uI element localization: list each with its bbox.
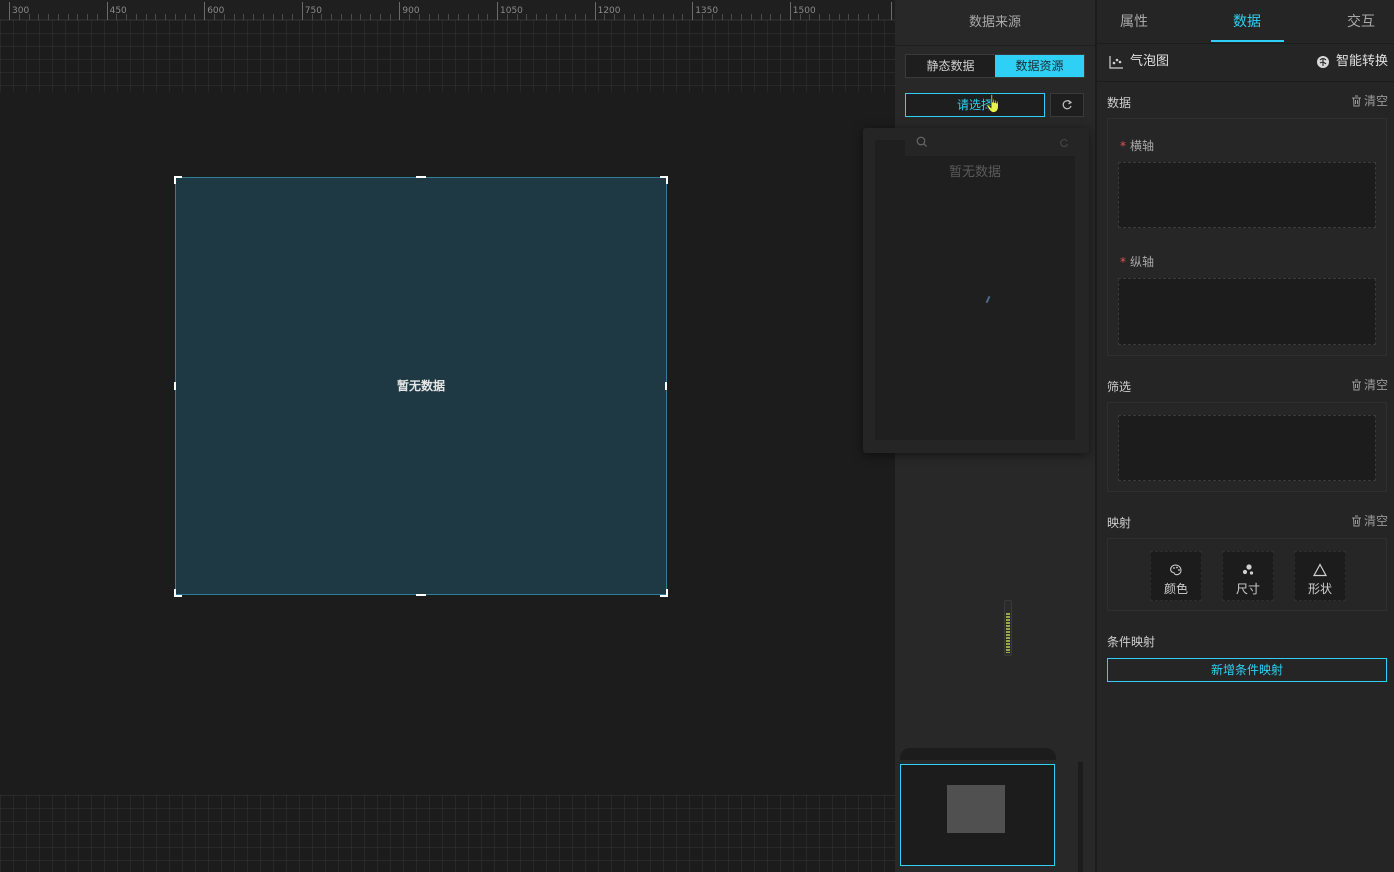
section-title-data: 数据: [1107, 96, 1132, 110]
minimap-side-bar: [1078, 762, 1083, 872]
ruler-label: 450: [109, 6, 127, 16]
map-color-button[interactable]: 颜色: [1150, 551, 1202, 601]
ruler-major-tick: [204, 2, 206, 20]
ruler-label: 1350: [695, 6, 719, 16]
horizontal-ruler: 300 450 600 750 900 1050 1200 1350 1500: [0, 0, 895, 20]
x-axis-drop-zone[interactable]: [1118, 162, 1376, 228]
tab-data-resource[interactable]: 数据资源: [995, 55, 1084, 77]
ruler-label: 600: [207, 6, 225, 16]
canvas-grid-bottom: [0, 795, 895, 872]
y-axis-label: * 纵轴: [1120, 255, 1155, 269]
clear-label: 清空: [1363, 378, 1388, 392]
resize-handle-bottom-right[interactable]: [660, 589, 668, 597]
bubbles-icon: [1242, 564, 1254, 575]
clear-filter-button[interactable]: 清空: [1351, 376, 1388, 393]
resize-handle-top-left[interactable]: [174, 176, 182, 184]
refresh-icon: [1062, 99, 1073, 109]
filter-box: [1107, 402, 1387, 492]
map-shape-label: 形状: [1307, 582, 1332, 596]
refresh-button[interactable]: [1050, 93, 1084, 117]
ruler-major-tick: [9, 2, 10, 20]
chart-type-label: 气泡图: [1109, 52, 1169, 72]
scatter-chart-icon: [1109, 55, 1123, 69]
resize-handle-left[interactable]: [174, 382, 176, 390]
map-color-label: 颜色: [1163, 582, 1188, 596]
scrollbar-thumb[interactable]: [1006, 613, 1010, 653]
dropdown-search-input[interactable]: [905, 130, 1085, 156]
clear-mapping-button[interactable]: 清空: [1351, 512, 1388, 529]
mapping-box: 颜色 尺寸 形状: [1107, 538, 1387, 611]
clear-label: 清空: [1363, 94, 1388, 108]
add-conditional-mapping-button[interactable]: 新增条件映射: [1107, 658, 1387, 682]
vertical-scrollbar[interactable]: [1004, 600, 1012, 656]
filter-drop-zone[interactable]: [1118, 415, 1376, 481]
data-resource-select[interactable]: 请选择: [905, 93, 1045, 117]
resize-handle-top-right[interactable]: [660, 176, 668, 184]
data-fields-box: * 横轴 * 纵轴: [1107, 118, 1387, 356]
section-title-conditional-mapping: 条件映射: [1107, 635, 1156, 649]
ruler-label: 1500: [792, 6, 816, 16]
ruler-major-tick: [106, 2, 108, 20]
section-title-filter: 筛选: [1107, 380, 1132, 394]
pointer-cursor-icon: [986, 94, 999, 113]
trash-icon: [1351, 95, 1361, 106]
resize-handle-right[interactable]: [665, 382, 667, 390]
minimap-frame: [900, 748, 1056, 760]
section-title-mapping: 映射: [1107, 516, 1132, 530]
clear-label: 清空: [1363, 514, 1388, 528]
clear-data-button[interactable]: 清空: [1351, 92, 1388, 109]
tab-properties[interactable]: 属性: [1120, 0, 1148, 44]
y-axis-drop-zone[interactable]: [1118, 278, 1376, 345]
ruler-major-tick: [692, 2, 694, 20]
resize-handle-bottom-left[interactable]: [174, 589, 182, 597]
config-panel: 属性 数据 交互 气泡图 智能转换 数据 清空 * 横轴 * 纵轴 筛选 清空 …: [1096, 0, 1394, 872]
brain-icon: [1316, 56, 1329, 68]
smart-convert-label: 智能转换: [1335, 54, 1388, 69]
map-shape-button[interactable]: 形状: [1294, 551, 1346, 601]
triangle-icon: [1312, 563, 1328, 577]
divider: [1097, 81, 1394, 82]
map-size-button[interactable]: 尺寸: [1222, 551, 1274, 601]
trash-icon: [1351, 379, 1361, 390]
ruler-label: 1200: [597, 6, 621, 16]
canvas-minimap[interactable]: [900, 764, 1055, 866]
ruler-major-tick: [789, 2, 791, 20]
tab-interaction[interactable]: 交互: [1347, 0, 1375, 44]
config-tabs: 属性 数据 交互: [1097, 0, 1394, 44]
canvas-grid-top: [0, 20, 895, 92]
ruler-major-tick: [497, 2, 498, 20]
resize-handle-bottom[interactable]: [416, 594, 426, 596]
smart-convert-button[interactable]: 智能转换: [1316, 52, 1388, 72]
palette-icon: [1170, 564, 1182, 576]
tab-static-data[interactable]: 静态数据: [906, 55, 995, 77]
dropdown-list[interactable]: [875, 140, 1075, 440]
bubble-chart-component[interactable]: 暂无数据: [175, 177, 667, 595]
chart-empty-text: 暂无数据: [396, 379, 445, 393]
ruler-label: 300: [12, 6, 30, 16]
ruler-label: 1050: [500, 6, 523, 16]
ruler-label: 750: [304, 6, 322, 16]
design-canvas[interactable]: 300 450 600 750 900 1050 1200 1350 1500 暂无数据: [0, 0, 895, 872]
resize-handle-top[interactable]: [416, 176, 426, 178]
ruler-major-tick: [891, 2, 892, 20]
map-size-label: 尺寸: [1235, 582, 1260, 596]
ruler-label: 900: [402, 6, 420, 16]
x-axis-label: * 横轴: [1120, 139, 1155, 153]
ruler-major-tick: [301, 2, 303, 20]
tab-data[interactable]: 数据: [1233, 0, 1261, 44]
trash-icon: [1351, 515, 1361, 526]
dropdown-empty-text: 暂无数据: [948, 165, 1001, 180]
minimap-chart-thumbnail: [947, 785, 1005, 833]
loading-icon: [1060, 139, 1068, 148]
chart-type-name: 气泡图: [1130, 54, 1170, 69]
data-source-header: 数据来源: [895, 0, 1095, 46]
active-tab-indicator: [1211, 40, 1284, 42]
data-source-tabs: 静态数据 数据资源: [905, 54, 1085, 78]
search-icon: [916, 136, 927, 147]
ruler-major-tick: [399, 2, 401, 20]
ruler-major-tick: [594, 2, 596, 20]
